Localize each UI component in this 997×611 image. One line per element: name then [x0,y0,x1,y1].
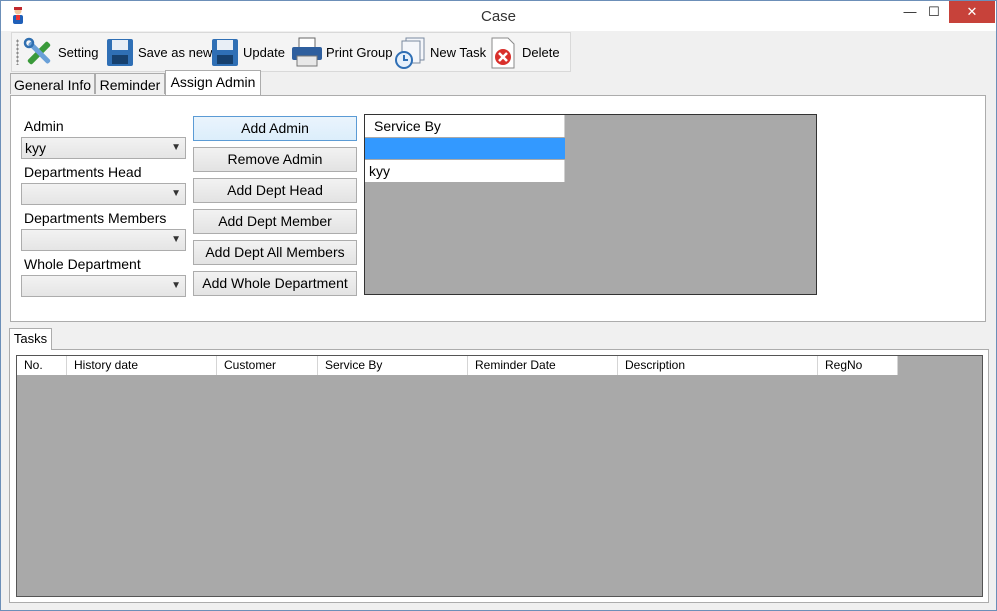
delete-icon [491,37,515,69]
remove-admin-button[interactable]: Remove Admin [193,147,357,172]
printer-icon [292,37,322,67]
new-task-icon [395,37,425,69]
chevron-down-icon: ▼ [171,188,181,199]
print-group-button[interactable]: Print Group [290,34,393,70]
column-header-service-by[interactable]: Service By [318,356,468,375]
whole-department-select[interactable]: ▼ [21,275,186,297]
service-by-row[interactable]: kyy [365,160,565,182]
tasks-grid[interactable]: No. History date Customer Service By Rem… [16,355,983,597]
add-dept-head-button[interactable]: Add Dept Head [193,178,357,203]
new-task-button[interactable]: New Task [394,34,487,70]
add-dept-all-members-button[interactable]: Add Dept All Members [193,240,357,265]
floppy-disk-icon [212,39,238,66]
departments-members-label: Departments Members [24,210,167,226]
assign-admin-panel: Admin kyy ▼ Departments Head ▼ Departmen… [10,95,986,322]
chevron-down-icon: ▼ [171,280,181,291]
add-admin-button[interactable]: Add Admin [193,116,357,141]
column-header-reminder-date[interactable]: Reminder Date [468,356,618,375]
service-by-row-selected[interactable] [365,138,565,159]
delete-label: Delete [522,45,560,60]
setting-label: Setting [58,45,99,60]
add-whole-department-button[interactable]: Add Whole Department [193,271,357,296]
service-by-column-header[interactable]: Service By [365,115,565,137]
print-group-label: Print Group [326,45,393,60]
admin-select-value: kyy [25,140,46,156]
departments-head-label: Departments Head [24,164,142,180]
tasks-grid-header: No. History date Customer Service By Rem… [17,356,898,375]
toolbar-grip[interactable] [16,39,19,65]
departments-members-select[interactable]: ▼ [21,229,186,251]
chevron-down-icon: ▼ [171,142,181,153]
admin-label: Admin [24,118,64,134]
add-dept-member-button[interactable]: Add Dept Member [193,209,357,234]
chevron-down-icon: ▼ [171,234,181,245]
tab-reminder[interactable]: Reminder [95,73,165,94]
departments-head-select[interactable]: ▼ [21,183,186,205]
tab-general-info[interactable]: General Info [10,73,95,94]
column-header-description[interactable]: Description [618,356,818,375]
maximize-button[interactable]: ☐ [919,1,949,23]
save-as-new-button[interactable]: Save as new [105,34,212,70]
tab-tasks[interactable]: Tasks [9,328,52,350]
toolbar: Setting Save as new Update Print Group N… [11,32,571,72]
whole-department-label: Whole Department [24,256,141,272]
floppy-disk-icon [107,39,133,66]
column-header-history-date[interactable]: History date [67,356,217,375]
window-title: Case [480,8,517,25]
tools-icon [23,37,51,65]
setting-button[interactable]: Setting [22,34,98,70]
tasks-panel: No. History date Customer Service By Rem… [9,349,989,603]
update-label: Update [243,45,285,60]
delete-button[interactable]: Delete [488,34,564,70]
service-by-grid[interactable]: Service By kyy [364,114,817,295]
close-button[interactable]: ✕ [949,1,995,23]
case-window: Case — ☐ ✕ Setting Save as new Update Pr… [0,0,997,611]
admin-select[interactable]: kyy ▼ [21,137,186,159]
title-bar: Case — ☐ ✕ [1,1,996,31]
tab-assign-admin[interactable]: Assign Admin [165,70,261,95]
new-task-label: New Task [430,45,487,60]
update-button[interactable]: Update [210,34,286,70]
column-header-regno[interactable]: RegNo [818,356,898,375]
column-header-no[interactable]: No. [17,356,67,375]
column-header-customer[interactable]: Customer [217,356,318,375]
save-as-new-label: Save as new [138,45,213,60]
